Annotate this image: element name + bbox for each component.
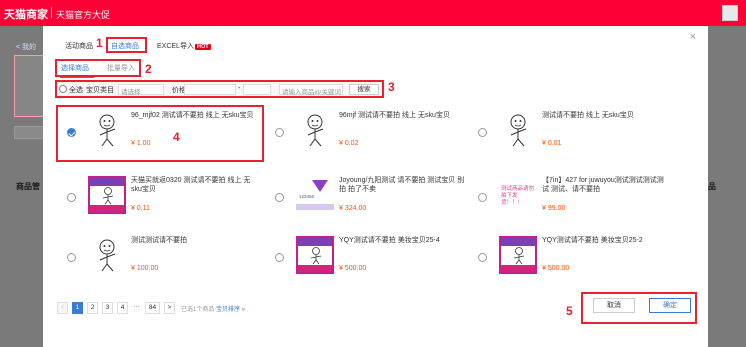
pagination-page[interactable]: 2	[87, 302, 98, 314]
product-price: ¥ 99.00	[542, 205, 566, 212]
annotation-box-2	[55, 59, 141, 77]
tab-excel-label: EXCEL导入	[157, 43, 194, 50]
product-card[interactable]: 123456 Joyoung/九阳测试 请不要拍 测试宝贝 别拍 拍了不卖 ¥ …	[264, 171, 469, 219]
product-price: ¥ 0.02	[339, 140, 359, 147]
pagination-next[interactable]: >	[164, 302, 175, 314]
product-card[interactable]: 天猫买就返0320 测试请不要拍 线上 无sku宝贝 ¥ 0.11	[56, 171, 261, 219]
topbar-subtitle: 天猫官方大促	[56, 10, 111, 20]
product-price: ¥ 0.11	[131, 205, 150, 212]
topbar-divider	[51, 7, 52, 18]
tab-excel-import[interactable]: EXCEL导入 HOT	[157, 41, 211, 51]
sort-link[interactable]: 宝贝排序 »	[216, 307, 245, 313]
pagination-page[interactable]: 84	[145, 302, 160, 314]
product-card[interactable]: 测试请不要拍 线上 无sku宝贝 ¥ 0.01	[467, 106, 672, 154]
product-image: 123456	[296, 176, 334, 214]
tmall-logo: 天猫商家	[4, 9, 48, 21]
product-title: 96mjf 测试请不要拍 线上 无sku宝贝	[339, 112, 450, 119]
annotation-box-5	[581, 292, 697, 324]
product-image	[88, 176, 126, 214]
product-title: 【7in】427 for juwuyou测试测试测试测试 测试、请不要拍	[542, 177, 664, 193]
product-radio[interactable]	[275, 253, 284, 262]
product-image	[499, 236, 537, 274]
annotation-box-3	[55, 80, 384, 98]
annotation-number-2: 2	[145, 62, 152, 76]
product-title: 天猫买就返0320 测试请不要拍 线上 无sku宝贝	[131, 177, 251, 193]
product-price: ¥ 500.00	[339, 265, 367, 272]
product-radio[interactable]	[67, 253, 76, 262]
product-image: 测试商品请勿拍下发货！！！	[499, 176, 537, 214]
background-thumbnail	[14, 55, 44, 117]
pagination-page[interactable]: 4	[117, 302, 128, 314]
product-card[interactable]: 测试商品请勿拍下发货！！！ 【7in】427 for juwuyou测试测试测试…	[467, 171, 672, 219]
product-card[interactable]: 测试测试请不要拍 ¥ 100.00	[56, 231, 261, 279]
product-price: ¥ 100.00	[131, 265, 159, 272]
top-bar: 天猫商家 天猫官方大促	[0, 0, 746, 26]
pagination-page[interactable]: 1	[72, 302, 83, 314]
product-title: 测试测试请不要拍	[131, 237, 187, 244]
selection-summary: 已选1个商品 宝贝排序 »	[181, 304, 245, 313]
product-radio[interactable]	[478, 193, 487, 202]
product-image	[499, 111, 537, 149]
annotation-number-5: 5	[566, 304, 573, 318]
product-title: 测试请不要拍 线上 无sku宝贝	[542, 112, 634, 119]
annotation-number-1: 1	[96, 36, 103, 50]
product-radio[interactable]	[67, 193, 76, 202]
background-back-link: < 我的	[16, 44, 37, 51]
pagination-ellipsis: ···	[133, 303, 140, 310]
avatar[interactable]	[722, 5, 738, 21]
hot-badge: HOT	[194, 44, 211, 50]
product-price: ¥ 500.00	[542, 265, 570, 272]
product-card[interactable]: YQY测试请不要拍 美妆宝贝25-4 ¥ 500.00	[264, 231, 469, 279]
product-price: ¥ 0.01	[542, 140, 562, 147]
product-radio[interactable]	[478, 253, 487, 262]
product-card[interactable]: YQY测试请不要拍 美妆宝贝25-2 ¥ 500.00	[467, 231, 672, 279]
background-left-label: 商品管	[16, 182, 40, 191]
annotation-box-4	[56, 105, 264, 162]
annotation-box-1	[106, 37, 147, 53]
annotation-number-4: 4	[173, 130, 180, 144]
product-radio[interactable]	[478, 128, 487, 137]
product-radio[interactable]	[275, 193, 284, 202]
tab-activity-products[interactable]: 活动商品	[65, 41, 93, 51]
product-image	[296, 236, 334, 274]
product-title: YQY测试请不要拍 美妆宝贝25-2	[542, 237, 643, 244]
product-price: ¥ 324.00	[339, 205, 367, 212]
background-button	[14, 126, 44, 139]
annotation-number-3: 3	[388, 80, 395, 94]
product-image	[88, 236, 126, 274]
product-image	[296, 111, 334, 149]
close-icon[interactable]: ×	[690, 31, 696, 43]
selected-count-text: 已选1个商品	[181, 307, 215, 313]
pagination-prev[interactable]: <	[57, 302, 68, 314]
pagination-page[interactable]: 3	[102, 302, 113, 314]
product-card[interactable]: 96mjf 测试请不要拍 线上 无sku宝贝 ¥ 0.02	[264, 106, 469, 154]
product-title: Joyoung/九阳测试 请不要拍 测试宝贝 别拍 拍了不卖	[339, 177, 465, 193]
product-radio[interactable]	[275, 128, 284, 137]
product-title: YQY测试请不要拍 美妆宝贝25-4	[339, 237, 440, 244]
